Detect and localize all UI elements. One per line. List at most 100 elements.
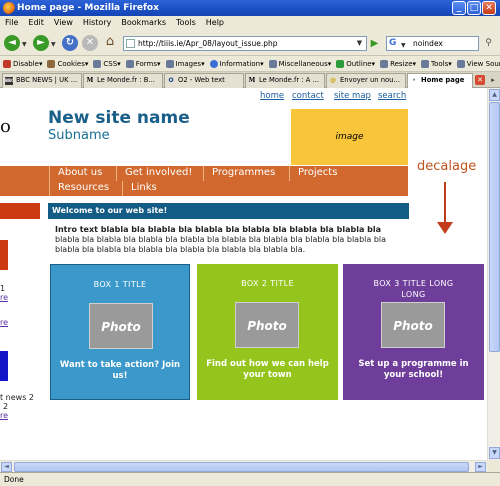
photo-placeholder: Photo — [235, 302, 299, 348]
search-input[interactable]: G ▼ noindex — [386, 36, 479, 51]
go-arrow-icon[interactable]: ▶ — [368, 37, 381, 50]
vertical-scroll-thumb[interactable] — [489, 102, 500, 352]
photo-placeholder: Photo — [381, 302, 445, 348]
scroll-up-icon[interactable]: ▲ — [489, 89, 500, 101]
o2-icon: O — [168, 77, 174, 84]
box-text: Want to take action? Join us! — [59, 360, 181, 381]
devbar-resize[interactable]: Resize▾ — [380, 59, 416, 68]
images-icon — [165, 59, 174, 68]
devbar-disable[interactable]: Disable▾ — [3, 59, 42, 68]
devbar-information[interactable]: Information▾ — [209, 59, 264, 68]
box-1[interactable]: BOX 1 TITLE Photo Want to take action? J… — [50, 264, 190, 400]
scroll-left-icon[interactable]: ◄ — [1, 462, 12, 472]
tab-bar: BBC BBC NEWS | UK ... M Le Monde.fr : B...… — [0, 72, 500, 89]
box-title: BOX 1 TITLE — [93, 280, 147, 289]
close-window-button[interactable]: ✕ — [482, 1, 496, 15]
url-history-dropdown[interactable]: ▼ — [353, 37, 366, 50]
tab-le-monde-2[interactable]: M Le Monde.fr : A ... — [245, 73, 325, 88]
nav-projects[interactable]: Projects — [289, 166, 337, 181]
back-history-dropdown[interactable]: ▼ — [22, 41, 27, 48]
box-text: Set up a programme in your school! — [358, 359, 469, 380]
scroll-right-icon[interactable]: ► — [475, 462, 486, 472]
scroll-down-icon[interactable]: ▼ — [489, 447, 500, 459]
tab-envoyer[interactable]: @ Envoyer un nou... — [326, 73, 406, 88]
stop-icon[interactable]: ✕ — [82, 35, 98, 51]
miscellaneous-icon — [268, 59, 277, 68]
close-tab-icon[interactable]: ✕ — [475, 75, 485, 85]
devbar-forms[interactable]: Forms▾ — [125, 59, 161, 68]
nav-get-involved[interactable]: Get involved! — [116, 166, 192, 181]
annotation-label: decalage — [417, 159, 477, 174]
horizontal-scrollbar[interactable]: ◄ ► — [0, 460, 487, 472]
url-text: http://tiiis.ie/Apr_08/layout_issue.php — [138, 39, 278, 48]
envelope-icon: @ — [330, 77, 336, 84]
header-image-placeholder: image — [291, 109, 408, 165]
devbar-outline[interactable]: Outline▾ — [336, 59, 375, 68]
minimize-button[interactable]: _ — [452, 1, 466, 15]
tab-le-monde-1[interactable]: M Le Monde.fr : B... — [83, 73, 163, 88]
cookies-icon — [47, 59, 56, 68]
address-bar[interactable]: http://tiiis.ie/Apr_08/layout_issue.php — [123, 36, 367, 51]
forms-icon — [125, 59, 134, 68]
link-home[interactable]: home — [260, 91, 284, 101]
menu-tools[interactable]: Tools — [176, 16, 196, 30]
left-snippet: 2 — [3, 402, 9, 411]
menu-view[interactable]: View — [54, 16, 73, 30]
left-more-link[interactable]: re — [0, 293, 8, 302]
information-icon — [209, 59, 218, 68]
link-contact[interactable]: contact — [292, 91, 324, 101]
horizontal-scroll-thumb[interactable] — [14, 462, 469, 472]
window-title: Home page - Mozilla Firefox — [17, 3, 159, 13]
view-source-icon — [456, 59, 465, 68]
search-magnifier-icon[interactable]: ⚲ — [482, 37, 495, 50]
menu-history[interactable]: History — [83, 16, 111, 30]
bbc-icon: BBC — [5, 77, 15, 85]
left-cut-text: o — [0, 116, 11, 137]
menu-help[interactable]: Help — [206, 16, 224, 30]
tab-o2-web-text[interactable]: O O2 - Web text — [164, 73, 244, 88]
left-more-link[interactable]: re — [0, 411, 8, 420]
back-arrow-icon[interactable]: ◄ — [4, 35, 20, 51]
browser-window: Home page - Mozilla Firefox _ □ ✕ File E… — [0, 0, 500, 486]
reload-icon[interactable]: ↻ — [62, 35, 78, 51]
status-bar: Done — [0, 472, 500, 486]
google-icon[interactable]: G — [389, 38, 400, 49]
menu-bar: File Edit View History Bookmarks Tools H… — [0, 16, 500, 30]
menu-bookmarks[interactable]: Bookmarks — [121, 16, 166, 30]
devbar-miscellaneous[interactable]: Miscellaneous▾ — [268, 59, 331, 68]
link-site-map[interactable]: site map — [334, 91, 371, 101]
left-snippet: 1 — [0, 284, 6, 293]
maximize-button[interactable]: □ — [467, 1, 481, 15]
menu-edit[interactable]: Edit — [28, 16, 44, 30]
nav-programmes[interactable]: Programmes — [203, 166, 275, 181]
box-2[interactable]: BOX 2 TITLE Photo Find out how we can he… — [197, 264, 338, 400]
css-icon — [93, 59, 102, 68]
nav-resources[interactable]: Resources — [49, 181, 109, 196]
status-text: Done — [4, 475, 24, 484]
nav-about-us[interactable]: About us — [49, 166, 102, 181]
devbar-tools[interactable]: Tools▾ — [421, 59, 452, 68]
devbar-images[interactable]: Images▾ — [165, 59, 205, 68]
tab-home-page[interactable]: • Home page — [407, 73, 473, 89]
forward-history-dropdown[interactable]: ▼ — [51, 41, 56, 48]
tab-list-icon[interactable]: ▸ — [488, 75, 498, 85]
menu-file[interactable]: File — [5, 16, 18, 30]
tab-bbc-news[interactable]: BBC BBC NEWS | UK ... — [2, 73, 82, 88]
devbar-css[interactable]: CSS▾ — [93, 59, 121, 68]
devbar-cookies[interactable]: Cookies▾ — [47, 59, 88, 68]
search-engine-dropdown[interactable]: ▼ — [401, 39, 406, 52]
nav-links[interactable]: Links — [122, 181, 157, 196]
left-more-link[interactable]: re — [0, 318, 8, 327]
box-3[interactable]: BOX 3 TITLE LONG LONG Photo Set up a pro… — [343, 264, 484, 400]
vertical-scrollbar[interactable]: ▲ ▼ — [487, 88, 500, 460]
forward-arrow-icon[interactable]: ► — [33, 35, 49, 51]
disable-icon — [3, 59, 11, 68]
site-subname: Subname — [48, 128, 110, 143]
left-column-red-block — [0, 240, 8, 270]
home-icon[interactable]: ⌂ — [102, 34, 118, 50]
search-value: noindex — [413, 39, 443, 48]
le-monde-icon: M — [86, 77, 94, 84]
link-search[interactable]: search — [378, 91, 406, 101]
devbar-view-source[interactable]: View Source▾ — [456, 59, 500, 68]
intro-bold-text: Intro text blabla bla blabla bla blabla … — [55, 225, 381, 234]
